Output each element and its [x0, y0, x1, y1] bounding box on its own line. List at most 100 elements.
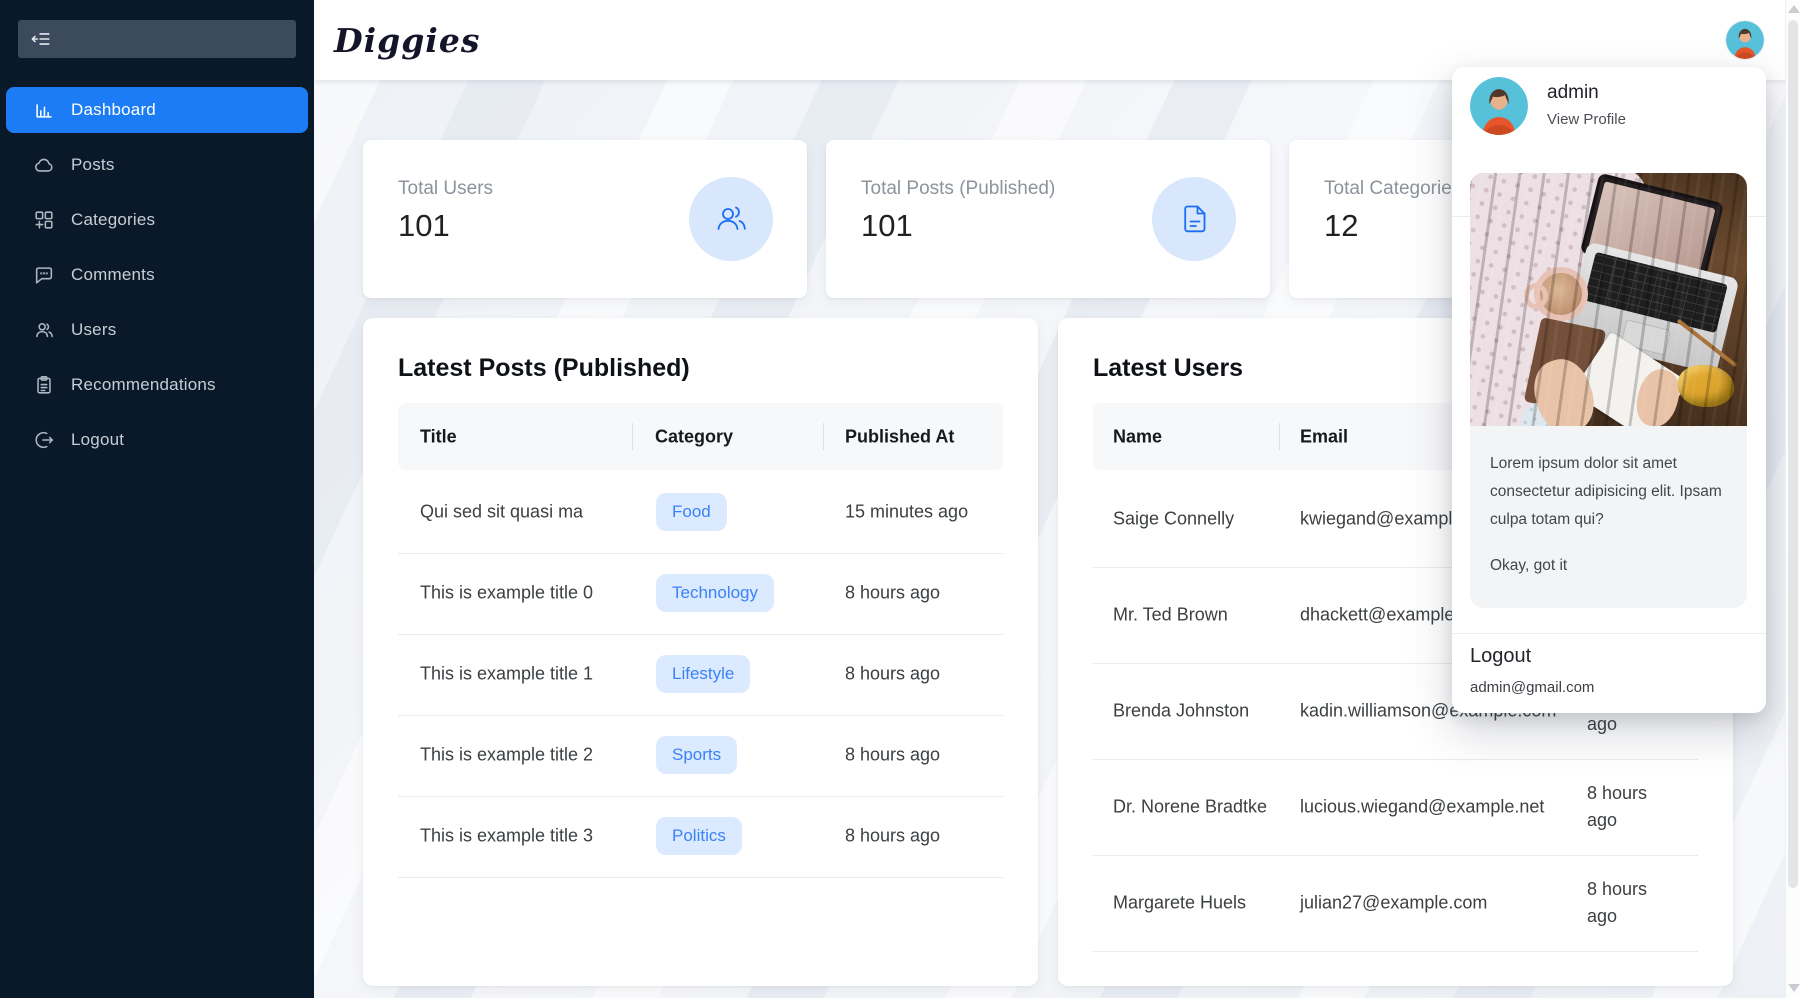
profile-email: admin@gmail.com — [1470, 679, 1594, 696]
document-icon — [1152, 177, 1236, 261]
user-name: Brenda Johnston — [1113, 701, 1268, 722]
post-title: Qui sed sit quasi ma — [420, 501, 583, 522]
latest-posts-panel: Latest Posts (Published) Title Category … — [363, 318, 1038, 986]
chat-icon — [32, 263, 56, 287]
post-published-at: 8 hours ago — [845, 825, 940, 846]
table-row: This is example title 2 Sports 8 hours a… — [363, 714, 1038, 795]
scroll-down-arrow-icon[interactable] — [1788, 984, 1800, 992]
post-category: Lifestyle — [656, 655, 750, 693]
profile-menu-popover: admin View Profile Lorem ipsum dolor sit… — [1452, 67, 1766, 713]
category-badge: Technology — [656, 574, 774, 612]
stat-value: 12 — [1324, 208, 1358, 244]
stat-card-total-posts: Total Posts (Published) 101 — [826, 140, 1270, 298]
post-published-at: 8 hours ago — [845, 744, 940, 765]
stat-card-total-users: Total Users 101 — [363, 140, 807, 298]
laptop-keyboard — [1564, 242, 1739, 375]
pencil — [1677, 319, 1738, 368]
column-separator — [632, 423, 633, 450]
profile-username: admin — [1547, 82, 1599, 104]
profile-avatar — [1470, 77, 1528, 135]
sidebar-item-label: Categories — [71, 210, 155, 230]
sidebar-collapse-button[interactable] — [18, 20, 296, 58]
stat-value: 101 — [861, 208, 913, 244]
column-separator — [1279, 423, 1280, 450]
table-row: Qui sed sit quasi ma Food 15 minutes ago — [363, 471, 1038, 552]
table-row: Dr. Norene Bradtke lucious.wiegand@examp… — [1058, 759, 1733, 855]
people-icon — [32, 318, 56, 342]
note-dismiss-button[interactable]: Okay, got it — [1490, 557, 1727, 575]
column-header-category[interactable]: Category — [655, 426, 733, 447]
view-profile-link[interactable]: View Profile — [1547, 111, 1626, 128]
note-text: Lorem ipsum dolor sit amet consectetur a… — [1490, 450, 1727, 534]
left-hand — [1526, 352, 1602, 426]
right-hand — [1631, 365, 1685, 426]
post-category: Politics — [656, 817, 742, 855]
admin-avatar-image — [1726, 21, 1764, 59]
stat-value: 101 — [398, 208, 450, 244]
category-badge: Food — [656, 493, 727, 531]
user-created-at: 8 hours ago — [1587, 876, 1672, 930]
note-body: Lorem ipsum dolor sit amet consectetur a… — [1470, 426, 1747, 608]
sidebar-item-label: Recommendations — [71, 375, 216, 395]
sidebar-item-comments[interactable]: Comments — [6, 252, 308, 298]
app-logo: Diggies — [334, 0, 480, 80]
sidebar-item-users[interactable]: Users — [6, 307, 308, 353]
post-category: Sports — [656, 736, 737, 774]
coffee-mug — [1534, 267, 1588, 321]
app-root: Dashboard Posts Categories Comments User — [0, 0, 1800, 998]
table-row: This is example title 0 Technology 8 hou… — [363, 552, 1038, 633]
sidebar-item-recommendations[interactable]: Recommendations — [6, 362, 308, 408]
user-name: Margarete Huels — [1113, 893, 1268, 914]
post-published-at: 8 hours ago — [845, 663, 940, 684]
logout-menu-item[interactable]: Logout — [1470, 645, 1531, 668]
admin-avatar-image — [1470, 77, 1528, 135]
column-header-email[interactable]: Email — [1300, 426, 1348, 447]
column-header-title[interactable]: Title — [420, 426, 457, 447]
cloud-icon — [32, 153, 56, 177]
sidebar-item-posts[interactable]: Posts — [6, 142, 308, 188]
post-category: Technology — [656, 574, 774, 612]
user-created-at: 8 hours ago — [1587, 780, 1672, 834]
divider — [1452, 633, 1766, 634]
people-icon — [689, 177, 773, 261]
user-email: julian27@example.com — [1300, 893, 1585, 914]
desk-photo — [1470, 173, 1747, 426]
header-avatar[interactable] — [1726, 21, 1764, 59]
row-divider — [1093, 951, 1698, 952]
logout-icon — [32, 428, 56, 452]
post-title: This is example title 1 — [420, 663, 593, 684]
collapse-menu-icon — [30, 28, 52, 50]
notebook — [1524, 317, 1606, 415]
scrollbar-thumb[interactable] — [1788, 20, 1798, 888]
sidebar-item-categories[interactable]: Categories — [6, 197, 308, 243]
post-published-at: 8 hours ago — [845, 582, 940, 603]
panel-title: Latest Posts (Published) — [398, 354, 690, 383]
sidebar-item-logout[interactable]: Logout — [6, 417, 308, 463]
sleeve-cuff — [1515, 391, 1584, 426]
post-title: This is example title 0 — [420, 582, 593, 603]
profile-note-card: Lorem ipsum dolor sit amet consectetur a… — [1470, 173, 1747, 608]
sidebar-item-dashboard[interactable]: Dashboard — [6, 87, 308, 133]
scroll-up-arrow-icon[interactable] — [1788, 5, 1800, 13]
post-title: This is example title 3 — [420, 825, 593, 846]
bar-chart-icon — [32, 98, 56, 122]
gold-foil — [1678, 365, 1734, 407]
sidebar-item-label: Comments — [71, 265, 155, 285]
column-header-name[interactable]: Name — [1113, 426, 1162, 447]
table-row: This is example title 3 Politics 8 hours… — [363, 795, 1038, 876]
user-email: lucious.wiegand@example.net — [1300, 797, 1585, 818]
user-name: Saige Connelly — [1113, 509, 1268, 530]
sidebar-item-label: Logout — [71, 430, 124, 450]
stat-label: Total Users — [398, 178, 493, 200]
sidebar-item-label: Users — [71, 320, 116, 340]
stat-label: Total Posts (Published) — [861, 178, 1055, 200]
user-name: Mr. Ted Brown — [1113, 605, 1268, 626]
stat-label: Total Categories — [1324, 178, 1461, 200]
post-title: This is example title 2 — [420, 744, 593, 765]
post-published-at: 15 minutes ago — [845, 501, 968, 522]
category-badge: Politics — [656, 817, 742, 855]
vertical-scrollbar[interactable] — [1785, 0, 1800, 998]
cloth-decoration — [1470, 173, 1652, 426]
column-separator — [823, 423, 824, 450]
column-header-published-at[interactable]: Published At — [845, 426, 954, 447]
